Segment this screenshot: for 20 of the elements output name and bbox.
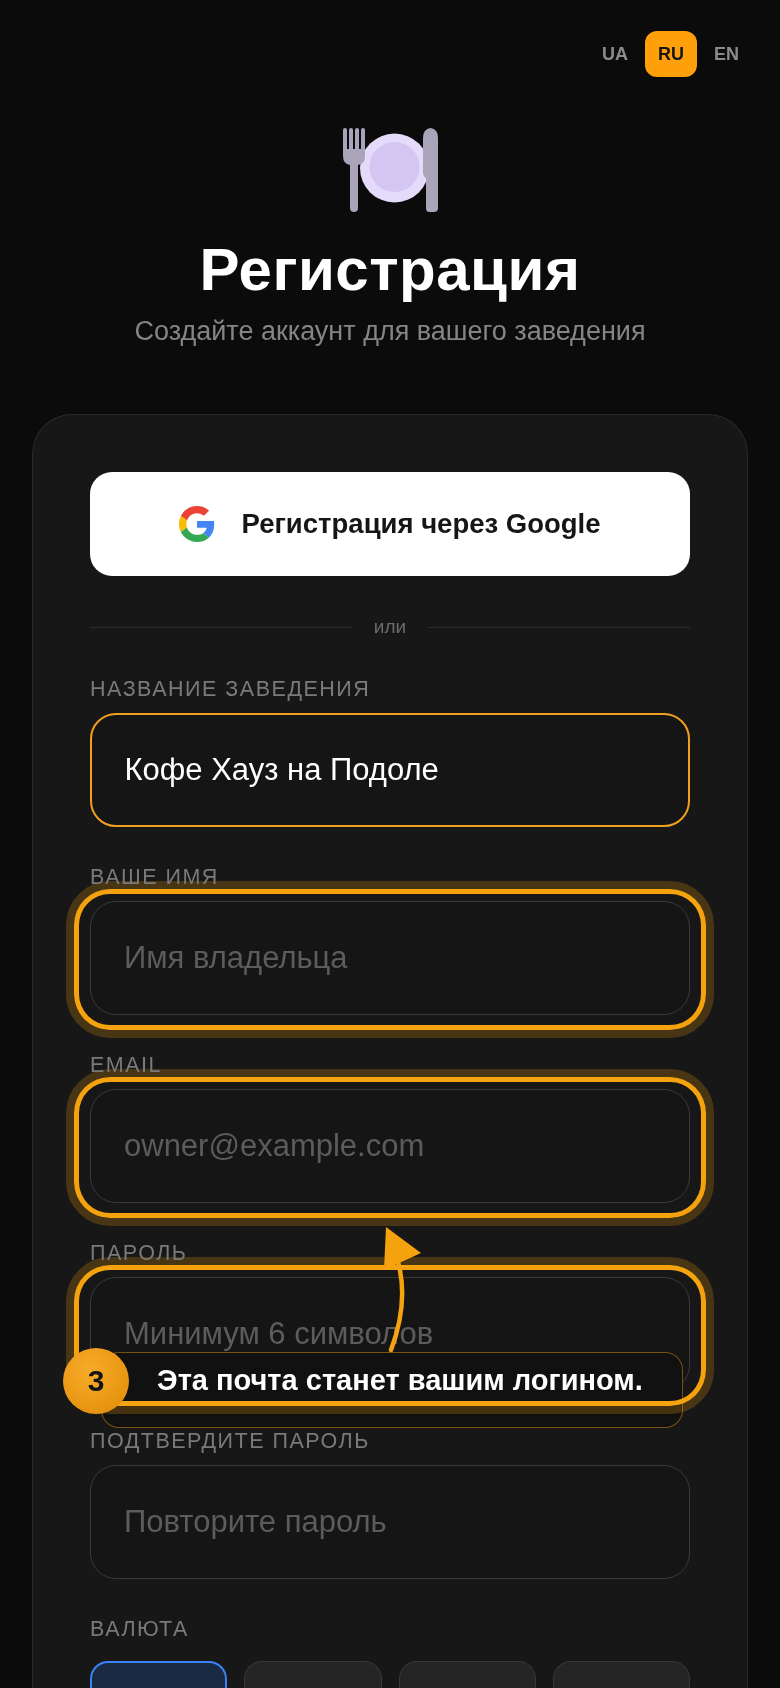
field-label: ПАРОЛЬ [90, 1241, 189, 1265]
text-input[interactable]: Кофе Хауз на Подоле [90, 713, 690, 827]
page-title: Регистрация [199, 237, 581, 303]
page-subtitle: Создайте аккаунт для вашего заведения [134, 315, 646, 347]
currency-option[interactable] [90, 1661, 228, 1688]
field-label: EMAIL [90, 1053, 164, 1077]
language-option[interactable]: UA [589, 31, 641, 77]
text-input[interactable]: Повторите пароль [90, 1465, 690, 1579]
text-input[interactable]: owner@example.com [90, 1089, 690, 1203]
google-signup-button[interactable]: Регистрация через Google [90, 472, 690, 576]
google-g-icon [179, 506, 216, 542]
field-label: ВАШЕ ИМЯ [90, 865, 220, 889]
field-label: ВАЛЮТА [90, 1617, 190, 1641]
text-input[interactable]: Имя владельца [90, 901, 690, 1015]
language-option[interactable]: EN [701, 31, 752, 77]
field-label: ПОДТВЕРДИТЕ ПАРОЛЬ [90, 1429, 371, 1453]
divider-label: или [373, 615, 407, 639]
plate-cutlery-icon [342, 128, 438, 212]
field-label: НАЗВАНИЕ ЗАВЕДЕНИЯ [90, 677, 372, 701]
language-option[interactable]: RU [645, 31, 697, 77]
